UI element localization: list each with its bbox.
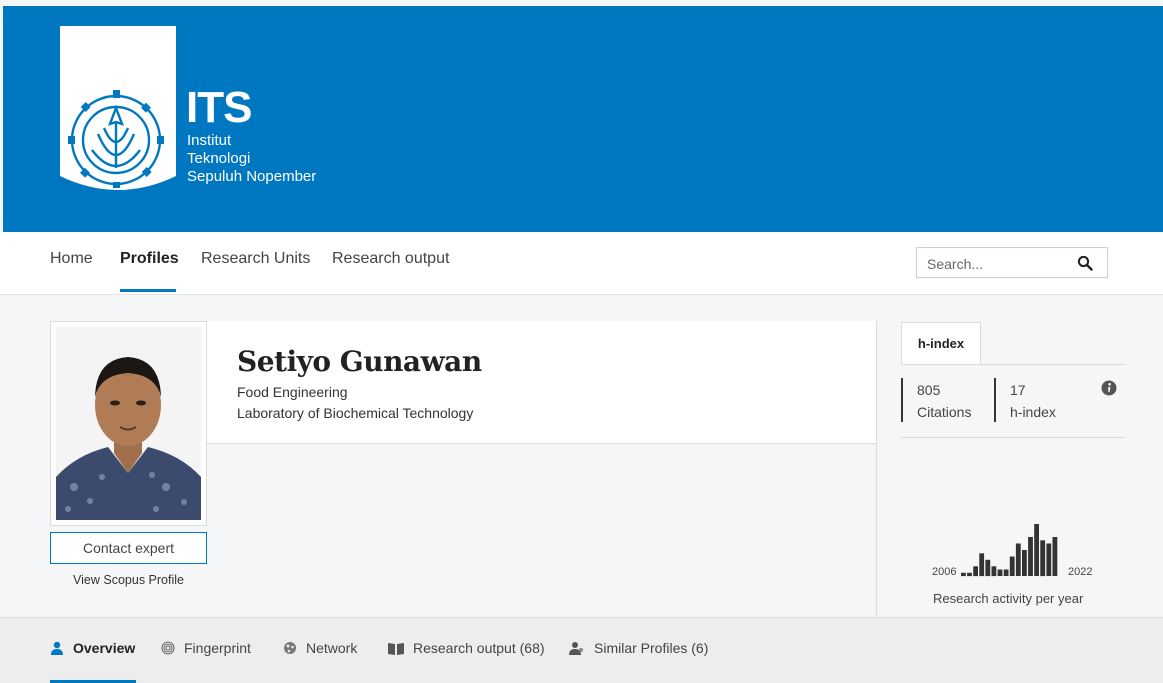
activity-bar-2008 xyxy=(973,566,978,577)
metrics-tab-rule xyxy=(901,364,1125,365)
tab-fingerprint-label: Fingerprint xyxy=(184,640,251,656)
h-index-label: h-index xyxy=(1010,404,1056,420)
tab-research-output-label: Research output (68) xyxy=(413,640,545,656)
person-icon xyxy=(51,641,63,655)
view-scopus-profile-link[interactable]: View Scopus Profile xyxy=(50,573,207,587)
its-logo-shield[interactable] xyxy=(60,26,176,196)
network-icon xyxy=(284,642,296,654)
metrics-divider xyxy=(876,321,877,617)
nav-profiles[interactable]: Profiles xyxy=(120,250,179,268)
citations-value: 805 xyxy=(917,382,941,398)
top-navigation: Home Profiles Research Units Research ou… xyxy=(0,232,1163,295)
search-box xyxy=(916,247,1108,278)
nav-research-output[interactable]: Research output xyxy=(332,250,449,268)
person-name: Setiyo Gunawan xyxy=(237,345,482,378)
chart-end-year: 2022 xyxy=(1068,566,1093,578)
book-icon xyxy=(388,643,404,655)
activity-bar-2016 xyxy=(1022,550,1027,576)
citations-label: Citations xyxy=(917,404,972,420)
activity-bar-2013 xyxy=(1003,569,1009,576)
affiliation-food-engineering[interactable]: Food Engineering xyxy=(237,384,348,400)
profile-photo xyxy=(56,327,201,520)
profile-subtabs: Overview Fingerprint Network Research ou… xyxy=(0,617,1163,683)
metrics-bottom-rule xyxy=(901,437,1125,438)
activity-bar-2010 xyxy=(985,559,991,577)
nav-home[interactable]: Home xyxy=(50,250,93,268)
activity-bar-2015 xyxy=(1015,543,1021,576)
metric-bar-h-index xyxy=(994,378,996,422)
tab-similar-profiles-label: Similar Profiles (6) xyxy=(594,640,709,656)
brand-line-1: Institut xyxy=(187,132,232,149)
tab-network-label: Network xyxy=(306,640,358,656)
activity-bar-2011 xyxy=(991,566,997,577)
search-input[interactable] xyxy=(925,253,1079,275)
activity-bar-2014 xyxy=(1009,556,1015,576)
fingerprint-icon xyxy=(161,641,175,655)
search-icon[interactable] xyxy=(1077,255,1093,271)
header-banner: ITS Institut Teknologi Sepuluh Nopember xyxy=(3,6,1163,232)
brand-abbrev: ITS xyxy=(186,83,252,132)
tab-similar-profiles[interactable]: Similar Profiles (6) xyxy=(569,640,708,656)
activity-bar-2021 xyxy=(1052,537,1058,576)
nav-research-units[interactable]: Research Units xyxy=(201,250,310,268)
brand-line-3: Sepuluh Nopember xyxy=(187,168,317,185)
activity-bar-2009 xyxy=(979,553,985,577)
tab-h-index[interactable]: h-index xyxy=(901,322,981,364)
activity-bar-2019 xyxy=(1040,540,1046,577)
info-icon[interactable] xyxy=(1101,380,1117,396)
tab-overview-label: Overview xyxy=(73,640,136,656)
tab-network[interactable]: Network xyxy=(283,640,357,656)
activity-bar-2007 xyxy=(967,572,972,577)
tab-overview[interactable]: Overview xyxy=(50,640,135,656)
active-nav-underline xyxy=(120,289,176,292)
contact-expert-button[interactable]: Contact expert xyxy=(50,532,207,564)
profile-photo-card xyxy=(50,321,207,526)
brand-line-2: Teknologi xyxy=(187,150,251,167)
tab-fingerprint[interactable]: Fingerprint xyxy=(161,640,251,656)
chart-start-year: 2006 xyxy=(932,566,957,578)
tab-research-output[interactable]: Research output (68) xyxy=(388,640,545,656)
affiliation-biochemical-lab[interactable]: Laboratory of Biochemical Technology xyxy=(237,405,473,421)
activity-bar-2020 xyxy=(1046,543,1052,576)
people-icon xyxy=(569,642,583,655)
activity-bar-2006 xyxy=(961,572,966,577)
activity-bar-2018 xyxy=(1034,524,1039,576)
chart-caption: Research activity per year xyxy=(933,591,1084,606)
h-index-value: 17 xyxy=(1010,382,1026,398)
metric-bar-citations xyxy=(901,378,903,422)
activity-bar-2012 xyxy=(997,569,1003,576)
activity-bar-2017 xyxy=(1028,537,1033,576)
profile-header-panel xyxy=(207,321,876,444)
